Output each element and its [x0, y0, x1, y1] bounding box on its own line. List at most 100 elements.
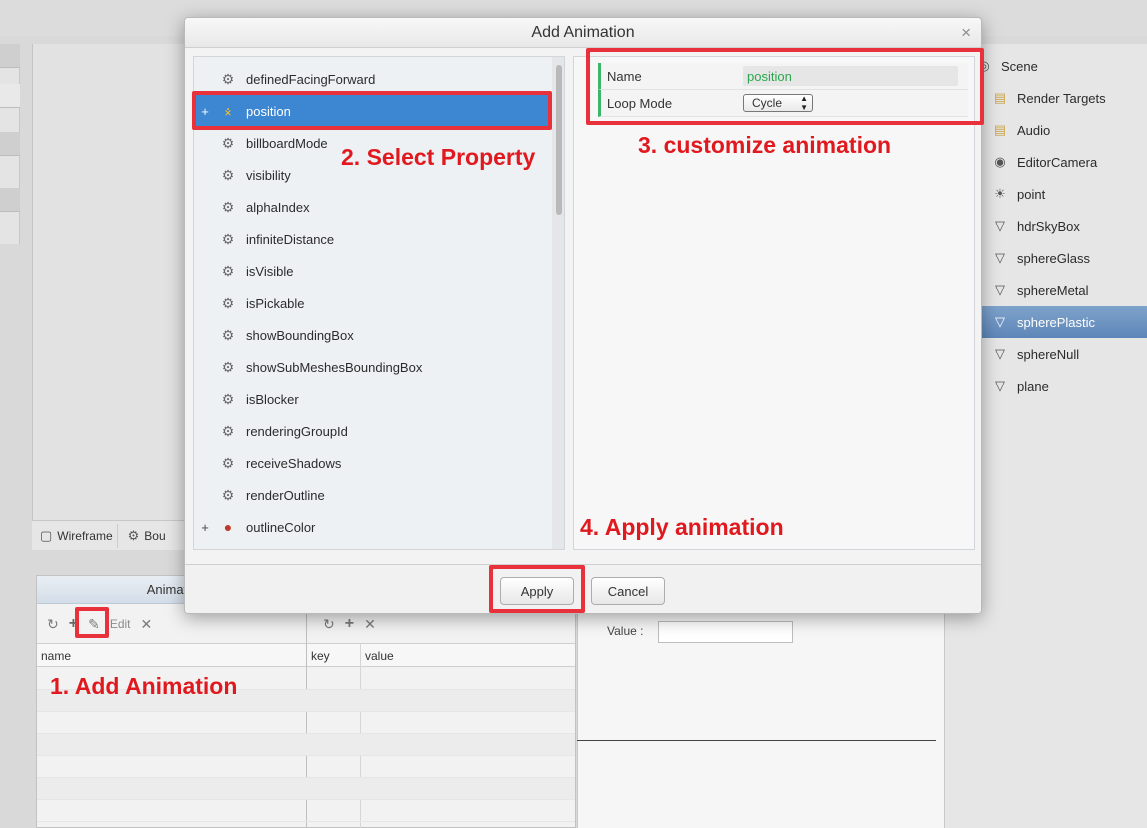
camera-icon: ◉ — [994, 154, 1006, 169]
gear-icon: ⚙ — [221, 70, 235, 87]
gear-icon: ⚙ — [221, 230, 235, 247]
property-item[interactable]: ⚙ isPickable — [194, 287, 550, 319]
value-label: Value : — [607, 624, 644, 638]
gear-icon: ⚙ — [221, 262, 235, 279]
property-item[interactable]: + ● outlineColor — [194, 511, 550, 543]
refresh-icon[interactable]: ↻ — [47, 616, 59, 633]
gear-icon: ⚙ — [221, 198, 235, 215]
left-tab[interactable] — [0, 132, 20, 156]
cancel-button[interactable]: Cancel — [591, 577, 665, 605]
table-row[interactable] — [37, 734, 575, 756]
column-value: value — [365, 649, 394, 663]
delete-icon[interactable]: ✕ — [364, 616, 376, 633]
select-arrows-icon: ▲ ▼ — [800, 94, 808, 112]
left-tab[interactable] — [0, 44, 20, 68]
wireframe-button[interactable]: ▢ Wireframe — [36, 523, 118, 548]
cube-icon: ▢ — [40, 527, 53, 543]
property-label: infiniteDistance — [246, 231, 335, 247]
refresh-icon[interactable]: ↻ — [323, 616, 335, 633]
left-tab[interactable] — [0, 84, 20, 108]
add-animation-button[interactable]: + — [69, 615, 78, 633]
property-item[interactable]: ⚙ infiniteDistance — [194, 223, 550, 255]
property-label: position — [246, 103, 291, 119]
mesh-icon: ▽ — [995, 282, 1005, 297]
property-label: alphaIndex — [246, 199, 310, 215]
property-label: showBoundingBox — [246, 327, 354, 343]
gear-icon: ⚙ — [221, 454, 235, 471]
property-item[interactable]: ⚙ isBlocker — [194, 383, 550, 415]
property-item[interactable]: ⚙ alphaIndex — [194, 191, 550, 223]
property-label: renderingGroupId — [246, 423, 348, 439]
property-item[interactable]: ⚙ receiveShadows — [194, 447, 550, 479]
curve-baseline — [577, 740, 936, 741]
scene-tree-label: spherePlastic — [1017, 314, 1096, 330]
gear-icon: ⚙ — [221, 294, 235, 311]
gear-icon: ⚙ — [221, 134, 235, 151]
property-item[interactable]: ⚙ renderOutline — [194, 479, 550, 511]
property-item[interactable]: ⚙ renderingGroupId — [194, 415, 550, 447]
scene-tree-label: sphereGlass — [1017, 250, 1090, 266]
annotation-step-2: 2. Select Property — [341, 144, 536, 170]
table-row[interactable] — [37, 712, 575, 734]
gear-icon: ⚙ — [221, 326, 235, 343]
animation-config-panel: Name position Loop Mode Cycle ▲ ▼ — [573, 56, 975, 550]
scene-tree-label: Render Targets — [1017, 90, 1106, 106]
table-row[interactable] — [37, 778, 575, 800]
table-row[interactable] — [37, 756, 575, 778]
apply-button[interactable]: Apply — [500, 577, 574, 605]
property-item[interactable]: ⚙ definedFacingForward — [194, 63, 550, 95]
lightbulb-icon: ☀ — [994, 186, 1006, 201]
scene-tree-label: sphereNull — [1017, 346, 1080, 362]
property-label: isPickable — [246, 295, 305, 311]
mesh-icon: ▽ — [995, 218, 1005, 233]
mesh-icon: ▽ — [995, 250, 1005, 265]
mesh-icon: ▽ — [995, 378, 1005, 393]
add-key-button[interactable]: + — [345, 615, 354, 633]
name-label: Name — [607, 68, 642, 84]
annotation-step-3: 3. customize animation — [638, 132, 892, 158]
scene-tree-label: hdrSkyBox — [1017, 218, 1080, 234]
bounding-label: Bou — [144, 528, 166, 543]
property-item[interactable]: ⚙ showSubMeshesBoundingBox — [194, 351, 550, 383]
gear-icon: ⚙ — [221, 422, 235, 439]
scene-tree-label: plane — [1017, 378, 1049, 394]
table-row[interactable] — [37, 800, 575, 822]
color-ball-icon: ● — [223, 519, 233, 535]
property-item[interactable]: ⚙ isVisible — [194, 255, 550, 287]
folder-icon: ▤ — [993, 90, 1007, 105]
annotation-step-1: 1. Add Animation — [50, 673, 238, 699]
config-row-name: Name position — [598, 63, 968, 90]
gear-icon: ⚙ — [221, 166, 235, 183]
mesh-icon: ▽ — [995, 346, 1005, 361]
folder-icon: ▤ — [993, 122, 1007, 137]
axis-gizmo-icon: ⨰ — [223, 102, 233, 119]
keys-toolbar: ↻ + ✕ — [313, 610, 573, 638]
property-label: renderOutline — [246, 487, 325, 503]
value-input[interactable] — [658, 621, 793, 643]
edit-animation-button[interactable]: Edit — [110, 617, 131, 631]
property-label: receiveShadows — [246, 455, 342, 471]
wireframe-label: Wireframe — [57, 528, 113, 543]
dialog-title-bar: Add Animation — [185, 18, 981, 48]
dialog-footer: Apply Cancel — [185, 564, 981, 613]
delete-icon[interactable]: ✕ — [141, 616, 153, 633]
property-label: definedFacingForward — [246, 71, 376, 87]
left-tab[interactable] — [0, 188, 20, 212]
gear-icon: ⚙ — [221, 486, 235, 503]
key-editor-panel — [577, 612, 944, 828]
property-item[interactable]: ⚙ showBoundingBox — [194, 319, 550, 351]
animation-name-input[interactable]: position — [743, 66, 958, 86]
bounding-box-button[interactable]: ⚙ Bou — [124, 524, 170, 548]
close-icon[interactable]: × — [961, 23, 971, 43]
left-side-panel — [0, 44, 20, 244]
scene-tree-label: sphereMetal — [1017, 282, 1089, 298]
property-label: isVisible — [246, 263, 294, 279]
property-item[interactable]: + ⨰ position — [194, 95, 550, 127]
property-label: visibility — [246, 167, 291, 183]
property-list: ⚙ definedFacingForward + ⨰ position ⚙ billboar… — [193, 56, 565, 550]
expand-icon[interactable]: + — [194, 520, 216, 535]
loop-mode-select[interactable]: Cycle ▲ ▼ — [743, 94, 813, 112]
scrollbar-thumb[interactable] — [556, 65, 562, 215]
scene-tree-label: Scene — [1001, 58, 1038, 74]
expand-icon[interactable]: + — [194, 104, 216, 119]
